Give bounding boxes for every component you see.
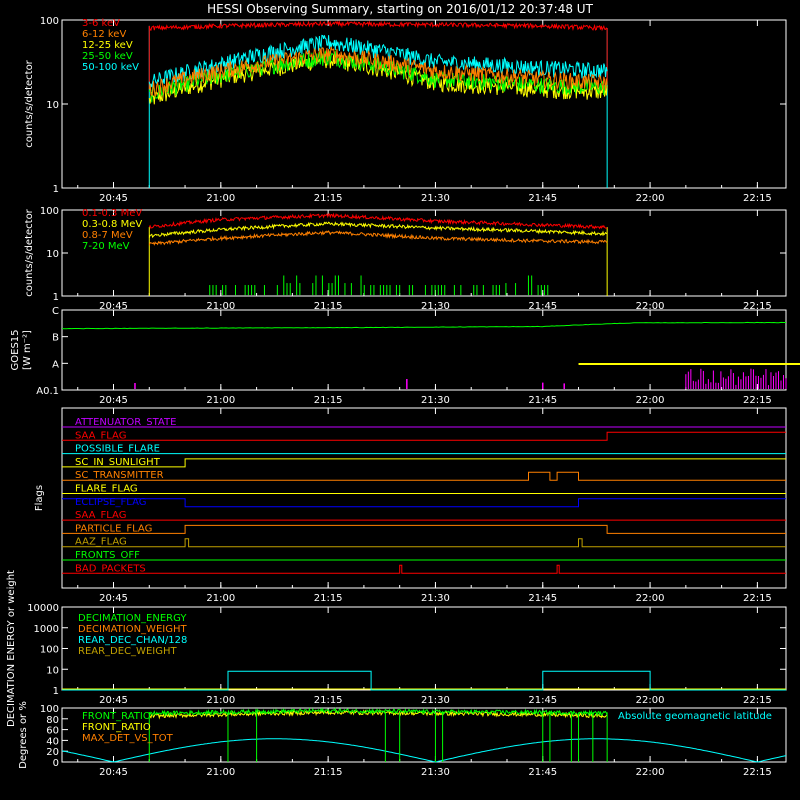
panel-high-energy-ytick-label: 1 (53, 292, 59, 303)
panel-flags-xtick-label: 22:00 (636, 593, 665, 604)
panel-low-energy-xtick-label: 21:30 (421, 193, 450, 204)
panel-low-energy-legend-entry: 25-50 keV (82, 51, 133, 62)
panel-decimation-legend-entry: REAR_DEC_WEIGHT (78, 646, 177, 657)
panel-ratios-geomag-label: Absolute geomagnetic latitude (618, 711, 772, 722)
panel-goes-ytick-label: A (52, 359, 59, 370)
panel-ratios-xtick-label: 21:15 (314, 767, 343, 778)
panel-high-energy-legend-entry: 0.3-0.8 MeV (82, 219, 142, 230)
panel-ratios-xtick-label: 21:45 (528, 767, 557, 778)
panel-ratios-ytick-label: 40 (46, 736, 59, 747)
panel-flags-xtick-label: 22:15 (743, 593, 772, 604)
panel-ratios-xtick-label: 21:30 (421, 767, 450, 778)
panel-flags-xtick-label: 21:30 (421, 593, 450, 604)
panel-flags-label: FRONTS_OFF (75, 550, 140, 561)
panel-ratios-ytick-label: 0 (53, 758, 59, 769)
panel-ratios-legend-entry: FRONT_RATIO (82, 711, 151, 722)
panel-decimation-xtick-label: 21:00 (206, 695, 235, 706)
panel-decimation-xtick-label: 21:15 (314, 695, 343, 706)
panel-low-energy-xtick-label: 21:45 (528, 193, 557, 204)
panel-low-energy-xtick-label: 21:15 (314, 193, 343, 204)
panel-ratios-ytick-label: 20 (46, 747, 59, 758)
panel-flags-xtick-label: 21:00 (206, 593, 235, 604)
panel-decimation-ytick-label: 1 (53, 686, 59, 697)
panel-low-energy-ytick-label: 10 (46, 100, 59, 111)
panel-ratios-ylabel: Degrees or % (18, 701, 29, 769)
panel-high-energy-ytick-label: 10 (46, 249, 59, 260)
panel-low-energy-legend-entry: 3-6 keV (82, 18, 120, 29)
panel-goes-ylabel: GOES15 (10, 329, 21, 370)
hessi-summary-chart: HESSI Observing Summary, starting on 201… (0, 0, 800, 800)
panel-flags-label: SAA_FLAG (75, 510, 126, 521)
panel-decimation-ytick-label: 1000 (34, 624, 59, 635)
panel-decimation-xtick-label: 20:45 (99, 695, 128, 706)
panel-ratios-legend-entry: FRONT_RATIO (82, 722, 151, 733)
panel-flags-xtick-label: 20:45 (99, 593, 128, 604)
panel-high-energy-legend-entry: 0.1-0.3 MeV (82, 208, 142, 219)
panel-ratios-legend-entry: MAX_DET_VS_TOT (82, 733, 174, 744)
panel-flags-xtick-label: 21:15 (314, 593, 343, 604)
panel-decimation-xtick-label: 21:45 (528, 695, 557, 706)
panel-decimation-xtick-label: 22:15 (743, 695, 772, 706)
panel-flags-label: SC_TRANSMITTER (75, 470, 164, 481)
panel-goes-xtick-label: 21:30 (421, 395, 450, 406)
panel-decimation-ytick-label: 100 (40, 645, 59, 656)
panel-ratios-ytick-label: 60 (46, 726, 59, 737)
panel-flags-label: SAA_FLAG (75, 430, 126, 441)
chart-title: HESSI Observing Summary, starting on 201… (207, 2, 593, 16)
panel-flags-label: POSSIBLE_FLARE (75, 444, 160, 455)
panel-high-energy-legend-entry: 0.8-7 MeV (82, 230, 133, 241)
panel-goes-xtick-label: 22:15 (743, 395, 772, 406)
panel-decimation-legend-entry: DECIMATION_WEIGHT (78, 624, 187, 635)
panel-goes-xtick-label: 21:45 (528, 395, 557, 406)
panel-high-energy-ylabel: counts/s/detector (24, 208, 35, 296)
panel-low-energy-legend-entry: 12-25 keV (82, 40, 133, 51)
panel-goes-xtick-label: 20:45 (99, 395, 128, 406)
panel-ratios-ytick-label: 100 (40, 704, 59, 715)
panel-flags-ylabel: Flags (34, 485, 45, 511)
panel-ratios-xtick-label: 20:45 (99, 767, 128, 778)
panel-flags-label: PARTICLE_FLAG (75, 523, 152, 534)
panel-low-energy-xtick-label: 20:45 (99, 193, 128, 204)
panel-flags-label: BAD_PACKETS (75, 563, 146, 574)
panel-flags-label: ATTENUATOR_STATE (75, 417, 176, 428)
panel-low-energy-xtick-label: 22:15 (743, 193, 772, 204)
panel-decimation-ytick-label: 10000 (27, 603, 59, 614)
panel-goes-xtick-label: 21:15 (314, 395, 343, 406)
panel-goes-xtick-label: 21:00 (206, 395, 235, 406)
panel-flags-label: FLARE_FLAG (75, 484, 138, 495)
panel-flags-label: SC_IN_SUNLIGHT (75, 457, 161, 468)
panel-flags-xtick-label: 21:45 (528, 593, 557, 604)
panel-low-energy-legend-entry: 6-12 keV (82, 29, 126, 40)
panel-goes-ylabel-unit: [W m⁻²] (22, 330, 33, 370)
panel-goes-xtick-label: 22:00 (636, 395, 665, 406)
panel-low-energy-ytick-label: 1 (53, 184, 59, 195)
panel-ratios-xtick-label: 21:00 (206, 767, 235, 778)
panel-decimation-xtick-label: 21:30 (421, 695, 450, 706)
panel-flags-label: AAZ_FLAG (75, 537, 127, 548)
panel-low-energy-ytick-label: 100 (40, 16, 59, 27)
panel-decimation-xtick-label: 22:00 (636, 695, 665, 706)
panel-ratios-xtick-label: 22:15 (743, 767, 772, 778)
panel-high-energy-ytick-label: 100 (40, 206, 59, 217)
panel-decimation-legend-entry: DECIMATION_ENERGY (78, 613, 187, 624)
panel-goes-ytick-label: A0.1 (36, 386, 59, 397)
panel-low-energy-xtick-label: 22:00 (636, 193, 665, 204)
panel-ratios-xtick-label: 22:00 (636, 767, 665, 778)
panel-low-energy-legend-entry: 50-100 keV (82, 62, 139, 73)
panel-low-energy-xtick-label: 21:00 (206, 193, 235, 204)
panel-high-energy-legend-entry: 7-20 MeV (82, 241, 130, 252)
panel-decimation-legend-entry: REAR_DEC_CHAN/128 (78, 635, 187, 646)
panel-decimation-ytick-label: 10 (46, 665, 59, 676)
panel-ratios-ytick-label: 80 (46, 715, 59, 726)
panel-decimation-ylabel: DECIMATION ENERGY or weight (6, 570, 17, 727)
panel-goes-ytick-label: B (52, 333, 59, 344)
panel-low-energy-ylabel: counts/s/detector (24, 59, 35, 147)
panel-goes-ytick-label: C (52, 306, 59, 317)
